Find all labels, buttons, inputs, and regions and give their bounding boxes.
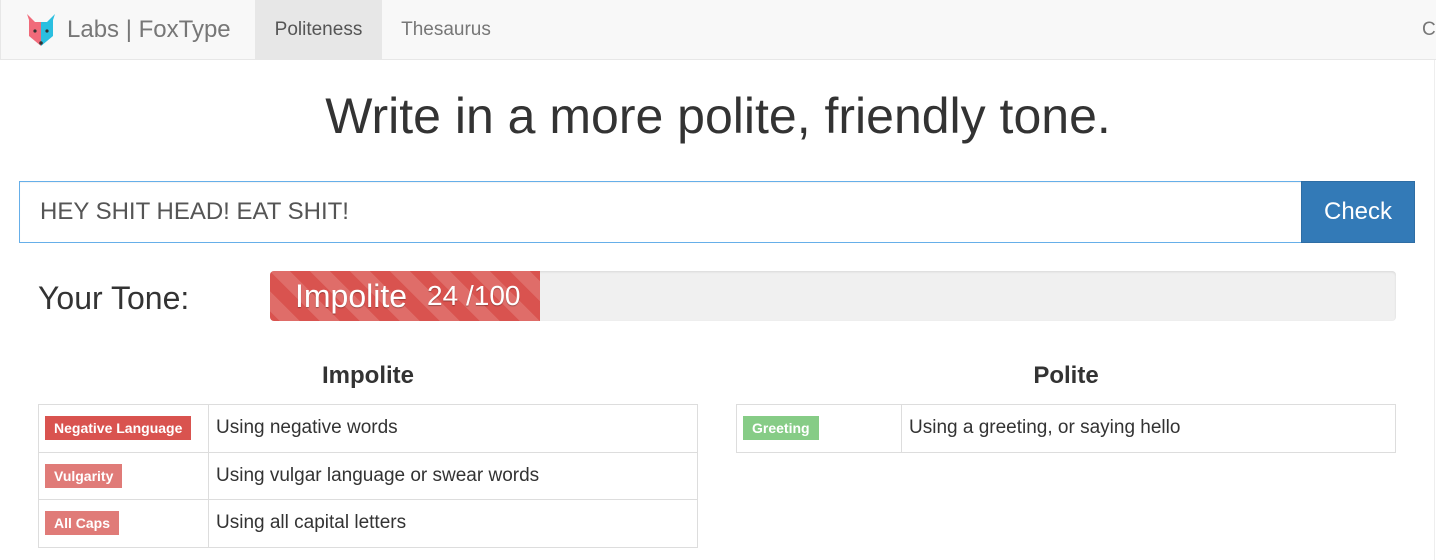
nav-tab-thesaurus[interactable]: Thesaurus <box>382 0 510 59</box>
brand-name: Labs | FoxType <box>67 15 231 43</box>
feature-description: Using a greeting, or saying hello <box>901 404 1396 453</box>
feature-description: Using negative words <box>208 404 698 453</box>
text-check-form: Check <box>19 181 1415 243</box>
tone-score: 24 /100 <box>427 280 521 311</box>
tone-label: Your Tone: <box>38 280 190 316</box>
feature-description: Using vulgar language or swear words <box>208 451 698 500</box>
tag-all-caps: All Caps <box>45 511 120 536</box>
brand-link[interactable]: Labs | FoxType <box>25 0 231 59</box>
feature-description: Using all capital letters <box>208 499 698 548</box>
nav-tab-politeness[interactable]: Politeness <box>255 0 382 59</box>
tag-greeting: Greeting <box>743 416 819 441</box>
table-row: Negative Language Using negative words <box>38 404 698 453</box>
tone-progress-bar: Impolite 24 /100 <box>270 271 541 321</box>
table-row: All Caps Using all capital letters <box>38 499 698 548</box>
tag-negative-language: Negative Language <box>45 416 192 441</box>
polite-features-table: Greeting Using a greeting, or saying hel… <box>736 404 1396 453</box>
table-row: Vulgarity Using vulgar language or swear… <box>38 451 698 500</box>
impolite-heading: Impolite <box>321 362 414 389</box>
table-row: Greeting Using a greeting, or saying hel… <box>736 404 1396 453</box>
impolite-features-table: Negative Language Using negative words V… <box>38 404 698 548</box>
fox-logo-icon <box>27 13 55 46</box>
text-input[interactable] <box>19 181 1301 243</box>
tag-vulgarity: Vulgarity <box>45 463 123 488</box>
page-title: Write in a more polite, friendly tone. <box>325 88 1111 144</box>
tone-progress: Impolite 24 /100 <box>270 271 1396 321</box>
tone-rating: Impolite <box>295 277 408 314</box>
check-button[interactable]: Check <box>1301 181 1415 243</box>
polite-heading: Polite <box>1033 362 1099 389</box>
navbar: Labs | FoxType Politeness Thesaurus C <box>0 0 1436 60</box>
nav-right-item-partial[interactable]: C <box>1422 0 1436 59</box>
